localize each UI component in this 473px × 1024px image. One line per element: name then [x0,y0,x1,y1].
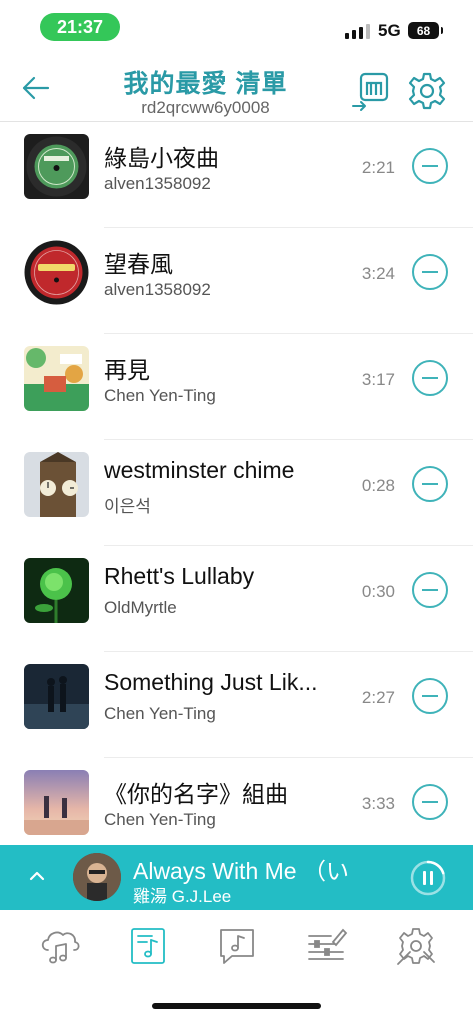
network-type: 5G [378,21,401,40]
remove-song-button[interactable] [412,254,448,290]
import-button[interactable] [351,70,393,112]
song-artist: Chen Yen-Ting [104,704,216,723]
song-duration: 0:30 [361,582,395,601]
song-row[interactable]: Something Just Lik... Chen Yen-Ting 2:27 [0,652,473,758]
album-cover [24,770,89,835]
song-row[interactable]: Rhett's Lullaby OldMyrtle 0:30 [0,546,473,652]
song-title: 綠島小夜曲 [104,145,219,171]
nav-music-chat[interactable] [216,926,260,966]
nav-tools[interactable] [394,926,438,966]
song-artist: 이은석 [104,497,151,516]
song-duration: 3:24 [361,264,395,283]
music-chat-icon [220,929,254,964]
song-artist: Chen Yen-Ting [104,810,216,829]
playlist-id: rd2qrcww6y0008 [141,98,270,117]
bottom-nav [0,910,473,1024]
album-cover [24,558,89,623]
song-duration: 3:17 [361,370,395,389]
header: 我的最愛 清單 rd2qrcww6y0008 [0,54,473,122]
remove-song-button[interactable] [412,466,448,502]
song-title: Something Just Lik... [104,669,318,695]
album-cover [24,346,89,411]
song-artist: alven1358092 [104,174,211,193]
status-bar: 21:37 5G 68 [0,0,473,54]
settings-button[interactable] [406,70,448,112]
gear-icon [408,72,446,110]
song-duration: 2:21 [361,158,395,177]
album-cover [24,664,89,729]
song-row[interactable]: 望春風 alven1358092 3:24 [0,228,473,334]
page-title: 我的最愛 清單 [123,70,288,98]
song-duration: 3:33 [361,794,395,813]
song-artist: Chen Yen-Ting [104,386,216,405]
remove-song-button[interactable] [412,572,448,608]
song-artist: alven1358092 [104,280,211,299]
remove-song-button[interactable] [412,784,448,820]
song-row[interactable]: 《你的名字》組曲 Chen Yen-Ting 3:33 [0,758,473,845]
song-artist: OldMyrtle [104,598,177,617]
song-list[interactable]: 綠島小夜曲 alven1358092 2:21 望春風 alven1358092… [0,122,473,845]
now-playing-artist: 雞湯 G.J.Lee [133,887,232,906]
song-duration: 0:28 [361,476,395,495]
album-cover [24,134,89,199]
expand-player-button[interactable] [26,865,48,887]
equalizer-edit-icon [308,928,348,960]
now-playing-bar[interactable]: Always With Me （い 雞湯 G.J.Lee [0,845,473,910]
song-row[interactable]: westminster chime 이은석 0:28 [0,440,473,546]
nav-cloud-music[interactable] [38,926,82,966]
song-row[interactable]: 綠島小夜曲 alven1358092 2:21 [0,122,473,228]
home-indicator[interactable] [152,1003,321,1009]
remove-song-button[interactable] [412,148,448,184]
album-cover [24,452,89,517]
remove-song-button[interactable] [412,678,448,714]
cloud-music-icon [41,931,80,964]
battery-icon: 68 [408,22,443,39]
nav-playlist[interactable] [127,926,171,966]
now-playing-avatar [73,853,121,901]
song-row[interactable]: 再見 Chen Yen-Ting 3:17 [0,334,473,440]
playlist-icon [131,928,165,964]
cellular-signal-icon [345,24,370,39]
pause-icon [410,860,446,896]
song-title: Rhett's Lullaby [104,563,255,589]
song-duration: 2:27 [361,688,395,707]
song-title: westminster chime [104,457,295,483]
status-time: 21:37 [40,13,120,41]
song-title: 再見 [104,357,150,383]
import-playlist-icon [352,72,389,111]
album-cover [24,240,89,305]
remove-song-button[interactable] [412,360,448,396]
now-playing-title: Always With Me （い [133,858,349,884]
tools-gear-icon [397,928,435,965]
song-title: 《你的名字》組曲 [104,781,288,807]
song-title: 望春風 [104,251,173,277]
nav-equalizer[interactable] [305,926,349,966]
chevron-up-icon [29,871,45,881]
pause-button[interactable] [409,859,447,897]
